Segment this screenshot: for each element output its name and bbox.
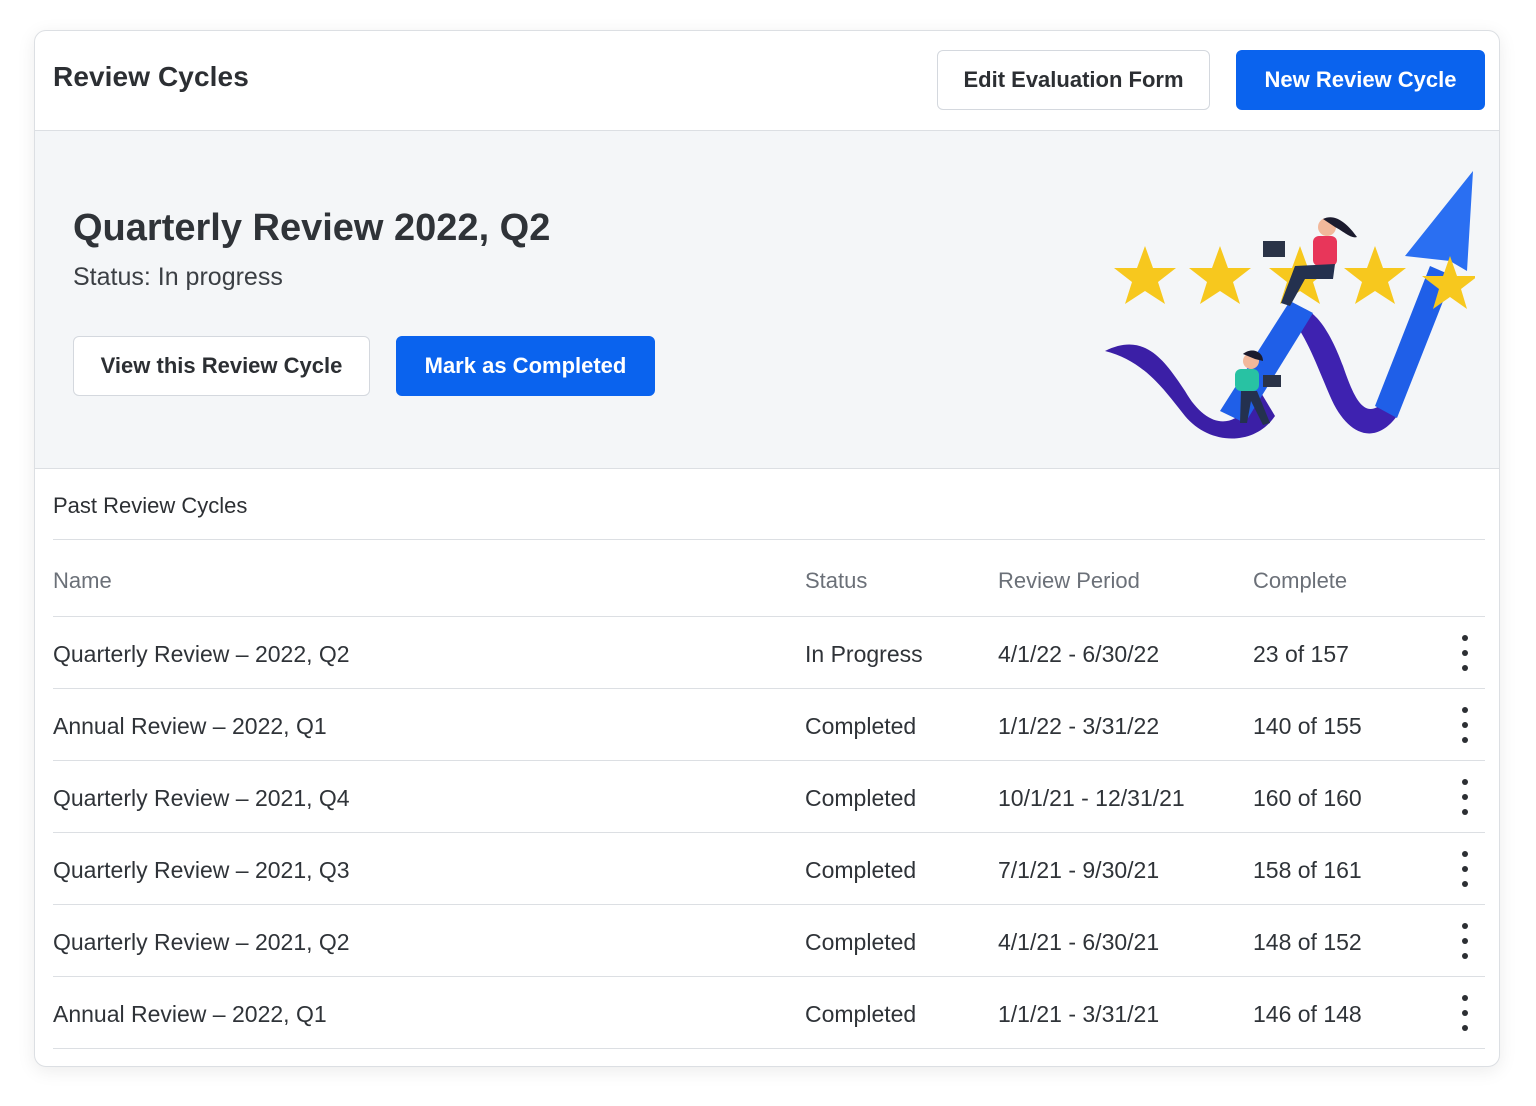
card-header: Review Cycles Edit Evaluation Form New R…: [35, 31, 1499, 131]
cycle-complete: 146 of 148: [1253, 1001, 1362, 1027]
cycle-status: Completed: [805, 713, 917, 739]
cycle-period: 1/1/22 - 3/31/22: [998, 713, 1160, 739]
cycle-name: Annual Review – 2022, Q1: [53, 713, 327, 739]
table-row[interactable]: Annual Review – 2022, Q1 Completed 1/1/2…: [53, 689, 1485, 761]
star-icon: [1344, 246, 1406, 304]
cycle-period: 10/1/21 - 12/31/21: [998, 785, 1185, 811]
cycle-period: 1/1/21 - 3/31/21: [998, 1001, 1160, 1027]
table-row[interactable]: Quarterly Review – 2021, Q4 Completed 10…: [53, 761, 1485, 833]
cycle-name: Quarterly Review – 2021, Q3: [53, 857, 350, 883]
cycle-complete: 158 of 161: [1253, 857, 1362, 883]
past-cycles-table: Name Status Review Period Complete Quart…: [53, 539, 1485, 1049]
column-header-status[interactable]: Status: [805, 568, 867, 594]
new-review-cycle-button[interactable]: New Review Cycle: [1236, 50, 1485, 110]
more-vertical-icon[interactable]: [1453, 923, 1477, 959]
more-vertical-icon[interactable]: [1453, 779, 1477, 815]
mark-as-completed-button[interactable]: Mark as Completed: [396, 336, 655, 396]
person-torso: [1313, 236, 1337, 266]
cycle-status: Completed: [805, 929, 917, 955]
cycle-status: Completed: [805, 785, 917, 811]
cycle-name: Quarterly Review – 2021, Q2: [53, 929, 350, 955]
column-header-name[interactable]: Name: [53, 568, 112, 594]
table-row[interactable]: Quarterly Review – 2021, Q3 Completed 7/…: [53, 833, 1485, 905]
more-vertical-icon[interactable]: [1453, 707, 1477, 743]
cycle-period: 4/1/22 - 6/30/22: [998, 641, 1160, 667]
column-header-review-period[interactable]: Review Period: [998, 568, 1140, 594]
arrow-head: [1405, 171, 1473, 271]
star-icon: [1114, 246, 1176, 304]
cycle-complete: 140 of 155: [1253, 713, 1362, 739]
column-header-complete[interactable]: Complete: [1253, 568, 1347, 594]
edit-evaluation-form-button[interactable]: Edit Evaluation Form: [937, 50, 1210, 110]
cycle-name: Quarterly Review – 2021, Q4: [53, 785, 350, 811]
more-vertical-icon[interactable]: [1453, 635, 1477, 671]
cycle-status: Completed: [805, 1001, 917, 1027]
cycle-complete: 160 of 160: [1253, 785, 1362, 811]
current-cycle-status: Status: In progress: [73, 263, 283, 291]
table-row[interactable]: Annual Review – 2022, Q1 Completed 1/1/2…: [53, 977, 1485, 1049]
page-title: Review Cycles: [53, 61, 249, 92]
cycle-status: Completed: [805, 857, 917, 883]
table-row[interactable]: Quarterly Review – 2021, Q2 Completed 4/…: [53, 905, 1485, 977]
laptop-icon: [1263, 241, 1285, 257]
growth-illustration: [1105, 171, 1475, 439]
cycle-name: Quarterly Review – 2022, Q2: [53, 641, 350, 667]
cycle-status: In Progress: [805, 641, 923, 667]
table-header: Name Status Review Period Complete: [53, 539, 1485, 617]
more-vertical-icon[interactable]: [1453, 995, 1477, 1031]
review-cycles-card: Review Cycles Edit Evaluation Form New R…: [34, 30, 1500, 1067]
view-review-cycle-button[interactable]: View this Review Cycle: [73, 336, 370, 396]
table-row[interactable]: Quarterly Review – 2022, Q2 In Progress …: [53, 617, 1485, 689]
laptop-icon-2: [1263, 375, 1281, 387]
person-torso-2: [1235, 369, 1259, 391]
cycle-complete: 148 of 152: [1253, 929, 1362, 955]
cycle-complete: 23 of 157: [1253, 641, 1349, 667]
cycle-period: 4/1/21 - 6/30/21: [998, 929, 1160, 955]
current-cycle-banner: Quarterly Review 2022, Q2 Status: In pro…: [35, 131, 1499, 469]
star-icon: [1189, 246, 1251, 304]
more-vertical-icon[interactable]: [1453, 851, 1477, 887]
current-cycle-title: Quarterly Review 2022, Q2: [73, 207, 551, 249]
cycle-name: Annual Review – 2022, Q1: [53, 1001, 327, 1027]
past-cycles-title: Past Review Cycles: [53, 493, 248, 518]
cycle-period: 7/1/21 - 9/30/21: [998, 857, 1160, 883]
